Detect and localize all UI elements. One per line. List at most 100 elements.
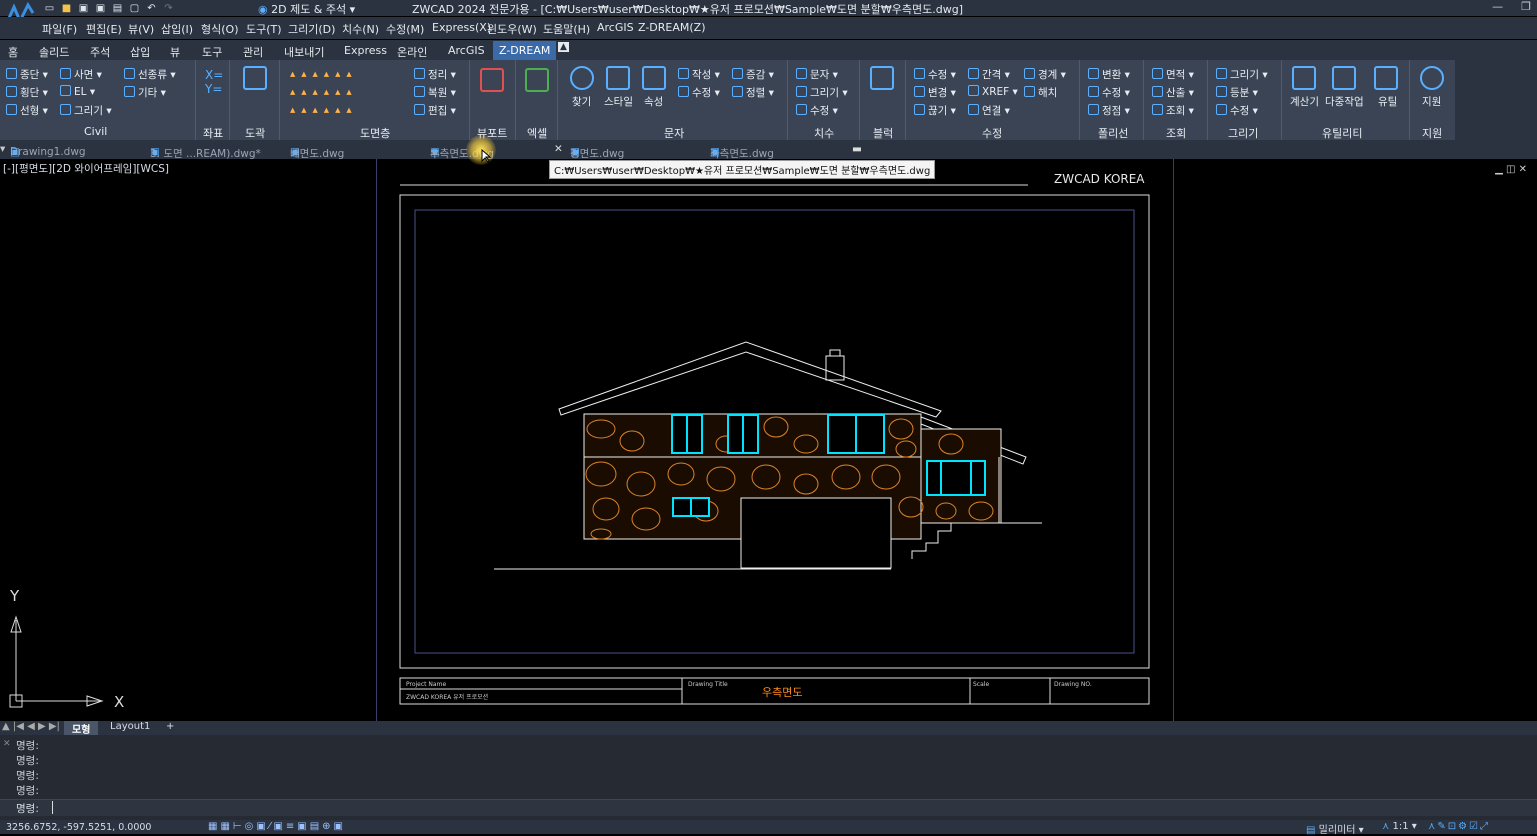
tab-export[interactable]: 내보내기: [284, 44, 324, 60]
collapse-ribbon-icon[interactable]: ▲: [558, 42, 569, 52]
calculator-icon[interactable]: [1292, 66, 1316, 90]
save-icon[interactable]: ▣: [78, 3, 89, 14]
tab-manage[interactable]: 관리: [243, 44, 263, 60]
text-style-button[interactable]: 스타일: [604, 94, 633, 109]
help-icon[interactable]: [1420, 66, 1444, 90]
query-area-button[interactable]: 면적 ▾: [1152, 67, 1194, 82]
text-align-button[interactable]: 정렬 ▾: [732, 85, 774, 100]
menu-file[interactable]: 파일(F): [42, 21, 77, 37]
find-text-button[interactable]: 찾기: [572, 94, 591, 109]
frame-grid-icon[interactable]: [243, 66, 267, 90]
tab-insert[interactable]: 삽입: [130, 44, 150, 60]
open-folder-icon[interactable]: ■: [61, 3, 72, 14]
menu-zdream[interactable]: Z-DREAM(Z): [638, 21, 706, 34]
support-button[interactable]: 지원: [1422, 94, 1441, 109]
save-as-icon[interactable]: ▣: [95, 3, 106, 14]
civil-el-button[interactable]: EL ▾: [60, 85, 95, 98]
utility-button[interactable]: 유틸: [1378, 94, 1397, 109]
text-property-button[interactable]: 속성: [644, 94, 663, 109]
menu-arcgis[interactable]: ArcGIS: [597, 21, 634, 34]
menu-format[interactable]: 형식(O): [201, 21, 238, 37]
annotation-scale[interactable]: ⋏ 1:1 ▾: [1382, 821, 1417, 832]
layer-restore-button[interactable]: 복원 ▾: [414, 85, 456, 100]
tab-online[interactable]: 온라인: [397, 44, 427, 60]
menu-insert[interactable]: 삽입(I): [161, 21, 193, 37]
drawing-sheet[interactable]: [376, 159, 1174, 721]
layer-tools-icons-3[interactable]: ▴▴▴▴▴▴: [290, 104, 358, 116]
dim-draw-button[interactable]: 그리기 ▾: [796, 85, 848, 100]
text-style-icon[interactable]: [606, 66, 630, 90]
drafting-toggle-icons[interactable]: ▦▦⊢◎▣⁄▣≡▣▤⊕▣: [208, 821, 346, 832]
civil-other-button[interactable]: 기타 ▾: [124, 85, 166, 100]
tab-add-layout[interactable]: +: [166, 721, 174, 732]
modify-offset-button[interactable]: 간격 ▾: [968, 67, 1010, 82]
civil-draw-button[interactable]: 그리기 ▾: [60, 103, 112, 118]
workspace-selector[interactable]: ◉ 2D 제도 & 주석 ▾: [258, 1, 355, 17]
pline-modify-button[interactable]: 수정 ▾: [1088, 85, 1130, 100]
utility-icon[interactable]: [1374, 66, 1398, 90]
draw-divide-button[interactable]: 등분 ▾: [1216, 85, 1258, 100]
modify-edit-button[interactable]: 수정 ▾: [914, 67, 956, 82]
tab-tools[interactable]: 도구: [202, 44, 222, 60]
command-input[interactable]: 명령:: [0, 799, 1537, 816]
new-tab-icon[interactable]: ▬: [852, 143, 862, 155]
status-tray-icons[interactable]: ⋏✎⊡⚙☑⤢: [1428, 821, 1490, 832]
close-tab-icon[interactable]: ✕: [554, 143, 563, 155]
tab-home[interactable]: 홈: [8, 44, 18, 60]
restore-icon[interactable]: ❐: [1521, 0, 1531, 13]
tab-layout1[interactable]: Layout1: [110, 721, 150, 732]
menu-edit[interactable]: 편집(E): [86, 21, 122, 37]
pline-convert-button[interactable]: 변환 ▾: [1088, 67, 1130, 82]
layer-edit-button[interactable]: 편집 ▾: [414, 103, 456, 118]
multitask-icon[interactable]: [1332, 66, 1356, 90]
menu-tools[interactable]: 도구(T): [246, 21, 282, 37]
tab-zdream[interactable]: Z-DREAM: [493, 41, 557, 60]
modify-boundary-button[interactable]: 경계 ▾: [1024, 67, 1066, 82]
layer-tools-icons-2[interactable]: ▴▴▴▴▴▴: [290, 86, 358, 98]
menu-window[interactable]: 윈도우(W): [487, 21, 537, 37]
tabs-menu-icon[interactable]: ▾: [0, 143, 5, 155]
excel-icon[interactable]: [525, 68, 549, 92]
coordinate-icon[interactable]: X= Y=: [205, 68, 223, 96]
tab-solid[interactable]: 솔리드: [39, 44, 69, 60]
civil-slope-button[interactable]: 사면 ▾: [60, 67, 102, 82]
civil-linetype-button[interactable]: 선종류 ▾: [124, 67, 176, 82]
tab-arcgis[interactable]: ArcGIS: [448, 44, 485, 57]
menu-draw[interactable]: 그리기(D): [288, 21, 335, 37]
dim-text-button[interactable]: 문자 ▾: [796, 67, 838, 82]
print-icon[interactable]: ▤: [112, 3, 123, 14]
multitask-button[interactable]: 다중작업: [1325, 94, 1364, 109]
menu-view[interactable]: 뷰(V): [128, 21, 154, 37]
draw-modify-button[interactable]: 수정 ▾: [1216, 103, 1258, 118]
tab-view[interactable]: 뷰: [170, 44, 180, 60]
menu-dimension[interactable]: 치수(N): [342, 21, 379, 37]
find-text-icon[interactable]: [570, 66, 594, 90]
calculator-button[interactable]: 계산기: [1290, 94, 1319, 109]
menu-help[interactable]: 도움말(H): [543, 21, 590, 37]
publish-icon[interactable]: ▢: [129, 3, 140, 14]
menu-modify[interactable]: 수정(M): [386, 21, 424, 37]
layout-nav-icons[interactable]: ▲ |◀ ◀ ▶ ▶|: [2, 721, 60, 732]
modify-xref-button[interactable]: XREF ▾: [968, 85, 1018, 98]
minimize-icon[interactable]: —: [1492, 0, 1503, 13]
new-file-icon[interactable]: ▭: [44, 3, 55, 14]
modify-change-button[interactable]: 변경 ▾: [914, 85, 956, 100]
draw-draw-button[interactable]: 그리기 ▾: [1216, 67, 1268, 82]
viewport-lock-icon[interactable]: [480, 68, 504, 92]
layer-cleanup-button[interactable]: 정리 ▾: [414, 67, 456, 82]
dim-modify-button[interactable]: 수정 ▾: [796, 103, 838, 118]
text-create-button[interactable]: 작성 ▾: [678, 67, 720, 82]
query-lookup-button[interactable]: 조회 ▾: [1152, 103, 1194, 118]
modify-hatch-button[interactable]: 해치: [1024, 85, 1057, 100]
redo-icon[interactable]: ↷: [163, 3, 174, 14]
civil-cross-button[interactable]: 횡단 ▾: [6, 85, 48, 100]
pline-vertex-button[interactable]: 정점 ▾: [1088, 103, 1130, 118]
close-command-icon[interactable]: ✕: [3, 739, 11, 749]
modify-break-button[interactable]: 끊기 ▾: [914, 103, 956, 118]
layer-tools-icons[interactable]: ▴▴▴▴▴▴: [290, 68, 358, 80]
tab-annotate[interactable]: 주석: [90, 44, 110, 60]
viewport-label[interactable]: [-][평면도][2D 와이어프레임][WCS]: [3, 161, 169, 176]
civil-profile-button[interactable]: 종단 ▾: [6, 67, 48, 82]
text-modify-button[interactable]: 수정 ▾: [678, 85, 720, 100]
query-calc-button[interactable]: 산출 ▾: [1152, 85, 1194, 100]
